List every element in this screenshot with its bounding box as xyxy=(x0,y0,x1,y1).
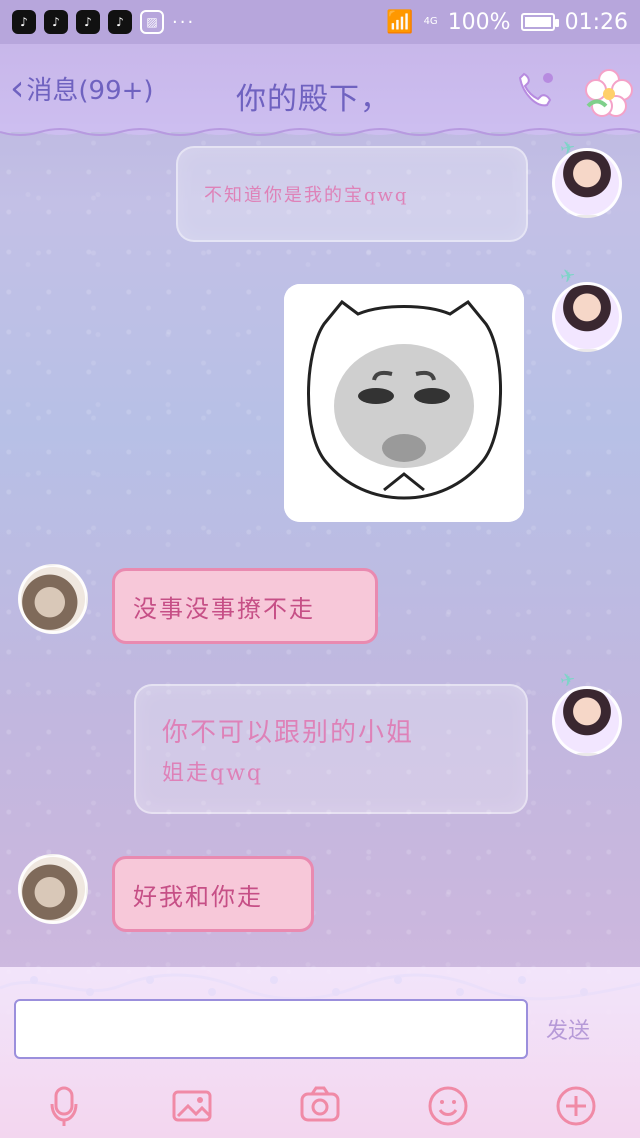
chat-header: ‹ 消息(99+) 你的殿下， xyxy=(0,44,640,136)
mic-button[interactable] xyxy=(36,1078,92,1134)
image-button[interactable] xyxy=(164,1078,220,1134)
message-bubble[interactable]: 不知道你是我的宝qwq xyxy=(176,146,528,242)
message-text: 不知道你是我的宝qwq xyxy=(204,185,409,206)
sticker-message[interactable] xyxy=(284,284,524,522)
notification-icons: ♪ ♪ ♪ ♪ ▨ ··· xyxy=(12,10,195,34)
avatar[interactable] xyxy=(18,854,88,924)
chat-thread: 不知道你是我的宝qwq ✈ ✈ 没事没事撩不走 你不可以跟别的小姐 姐走qwq … xyxy=(0,132,640,967)
flower-icon[interactable] xyxy=(582,66,636,120)
back-button[interactable]: ‹ 消息(99+) xyxy=(10,70,154,107)
network-type: 4G xyxy=(423,16,438,27)
message-text: 好我和你走 xyxy=(133,882,263,911)
message-text-line-2: 姐走qwq xyxy=(162,760,263,786)
message-bubble[interactable]: 你不可以跟别的小姐 姐走qwq xyxy=(134,684,528,814)
battery-percent: 100% xyxy=(447,9,511,35)
mic-icon xyxy=(50,1086,78,1126)
image-icon: ▨ xyxy=(140,10,164,34)
composer-toolbar xyxy=(0,1074,640,1138)
clock: 01:26 xyxy=(564,9,628,35)
more-icon: ··· xyxy=(172,11,196,33)
send-button[interactable]: 发送 xyxy=(546,1013,590,1045)
emoji-icon xyxy=(428,1086,468,1126)
battery-icon xyxy=(520,13,559,31)
message-text-line-1: 你不可以跟别的小姐 xyxy=(162,717,415,748)
message-bubble[interactable]: 没事没事撩不走 xyxy=(112,568,378,644)
avatar[interactable] xyxy=(552,282,622,352)
avatar[interactable] xyxy=(552,686,622,756)
tiktok-icon: ♪ xyxy=(44,10,68,34)
phone-icon[interactable] xyxy=(510,68,558,116)
camera-icon xyxy=(300,1086,340,1122)
avatar[interactable] xyxy=(18,564,88,634)
avatar[interactable] xyxy=(552,148,622,218)
message-bubble[interactable]: 好我和你走 xyxy=(112,856,314,932)
camera-button[interactable] xyxy=(292,1078,348,1134)
plus-icon xyxy=(556,1086,596,1126)
sticker-image xyxy=(284,284,524,522)
status-bar: ♪ ♪ ♪ ♪ ▨ ··· 📶 4G 100% 01:26 xyxy=(0,0,640,44)
back-label: 消息(99+) xyxy=(26,76,154,106)
image-icon xyxy=(172,1090,212,1122)
tiktok-icon: ♪ xyxy=(108,10,132,34)
message-text: 没事没事撩不走 xyxy=(133,594,315,623)
chevron-left-icon: ‹ xyxy=(10,67,25,109)
message-input[interactable] xyxy=(14,999,528,1059)
wifi-icon: 📶 xyxy=(386,9,414,35)
chat-title: 你的殿下， xyxy=(236,82,391,117)
tiktok-icon: ♪ xyxy=(12,10,36,34)
emoji-button[interactable] xyxy=(420,1078,476,1134)
plus-button[interactable] xyxy=(548,1078,604,1134)
status-right: 📶 4G 100% 01:26 xyxy=(386,10,628,35)
tiktok-icon: ♪ xyxy=(76,10,100,34)
